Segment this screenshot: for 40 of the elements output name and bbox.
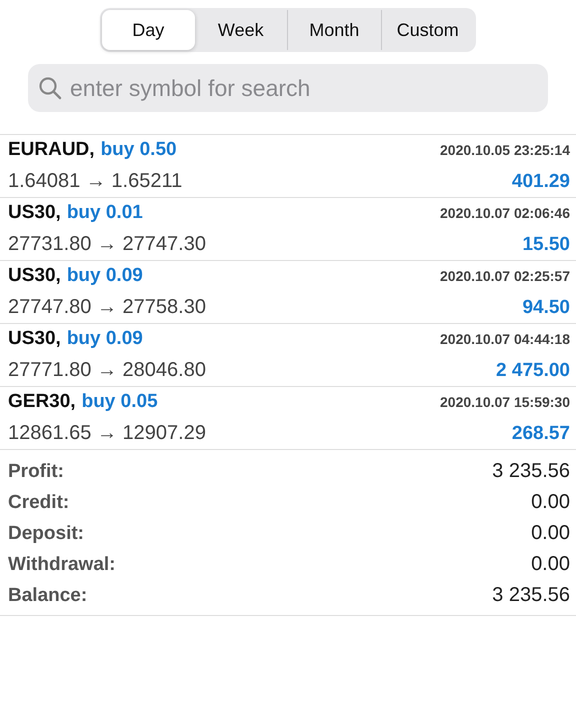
summary-label: Withdrawal: [8,554,116,576]
summary-label: Profit: [8,460,64,482]
period-tab[interactable]: Month [287,10,380,50]
summary-value: 0.00 [531,522,570,545]
trade-time: 2020.10.05 23:25:14 [440,142,570,158]
search-field[interactable]: enter symbol for search [28,64,548,112]
summary-value: 3 235.56 [492,460,570,483]
trade-prices: 12861.65 → 12907.29 [8,422,206,445]
trade-action: buy 0.50 [100,139,177,160]
trade-action: buy 0.01 [66,202,143,223]
period-tab[interactable]: Custom [380,10,474,50]
summary-value: 3 235.56 [492,584,570,607]
trade-time: 2020.10.07 02:06:46 [440,205,570,221]
period-tab[interactable]: Week [194,10,287,50]
summary-label: Balance: [8,584,88,606]
trade-time: 2020.10.07 04:44:18 [440,331,570,347]
trade-action: buy 0.09 [66,328,143,349]
trade-profit: 268.57 [512,423,570,445]
trade-symbol: US30, [8,202,61,223]
trade-prices: 27747.80 → 27758.30 [8,296,206,319]
period-tab[interactable]: Day [102,10,194,50]
trade-profit: 401.29 [512,171,570,193]
trade-time: 2020.10.07 15:59:30 [440,394,570,410]
summary-value: 0.00 [531,491,570,514]
trade-time: 2020.10.07 02:25:57 [440,268,570,284]
trade-symbol: EURAUD, [8,139,95,160]
trade-prices: 27771.80 → 28046.80 [8,359,206,382]
trade-prices: 27731.80 → 27747.30 [8,233,206,256]
trade-symbol: US30, [8,328,61,349]
summary-label: Credit: [8,492,70,514]
trade-symbol: GER30, [8,391,76,412]
trade-profit: 2 475.00 [496,360,570,382]
summary-value: 0.00 [531,553,570,576]
trade-symbol: US30, [8,265,61,286]
trade-profit: 94.50 [522,297,570,319]
summary-label: Deposit: [8,522,84,544]
trade-prices: 1.64081 → 1.65211 [8,170,182,193]
trade-action: buy 0.05 [82,391,158,412]
trade-action: buy 0.09 [66,265,143,286]
trade-profit: 15.50 [522,234,570,256]
